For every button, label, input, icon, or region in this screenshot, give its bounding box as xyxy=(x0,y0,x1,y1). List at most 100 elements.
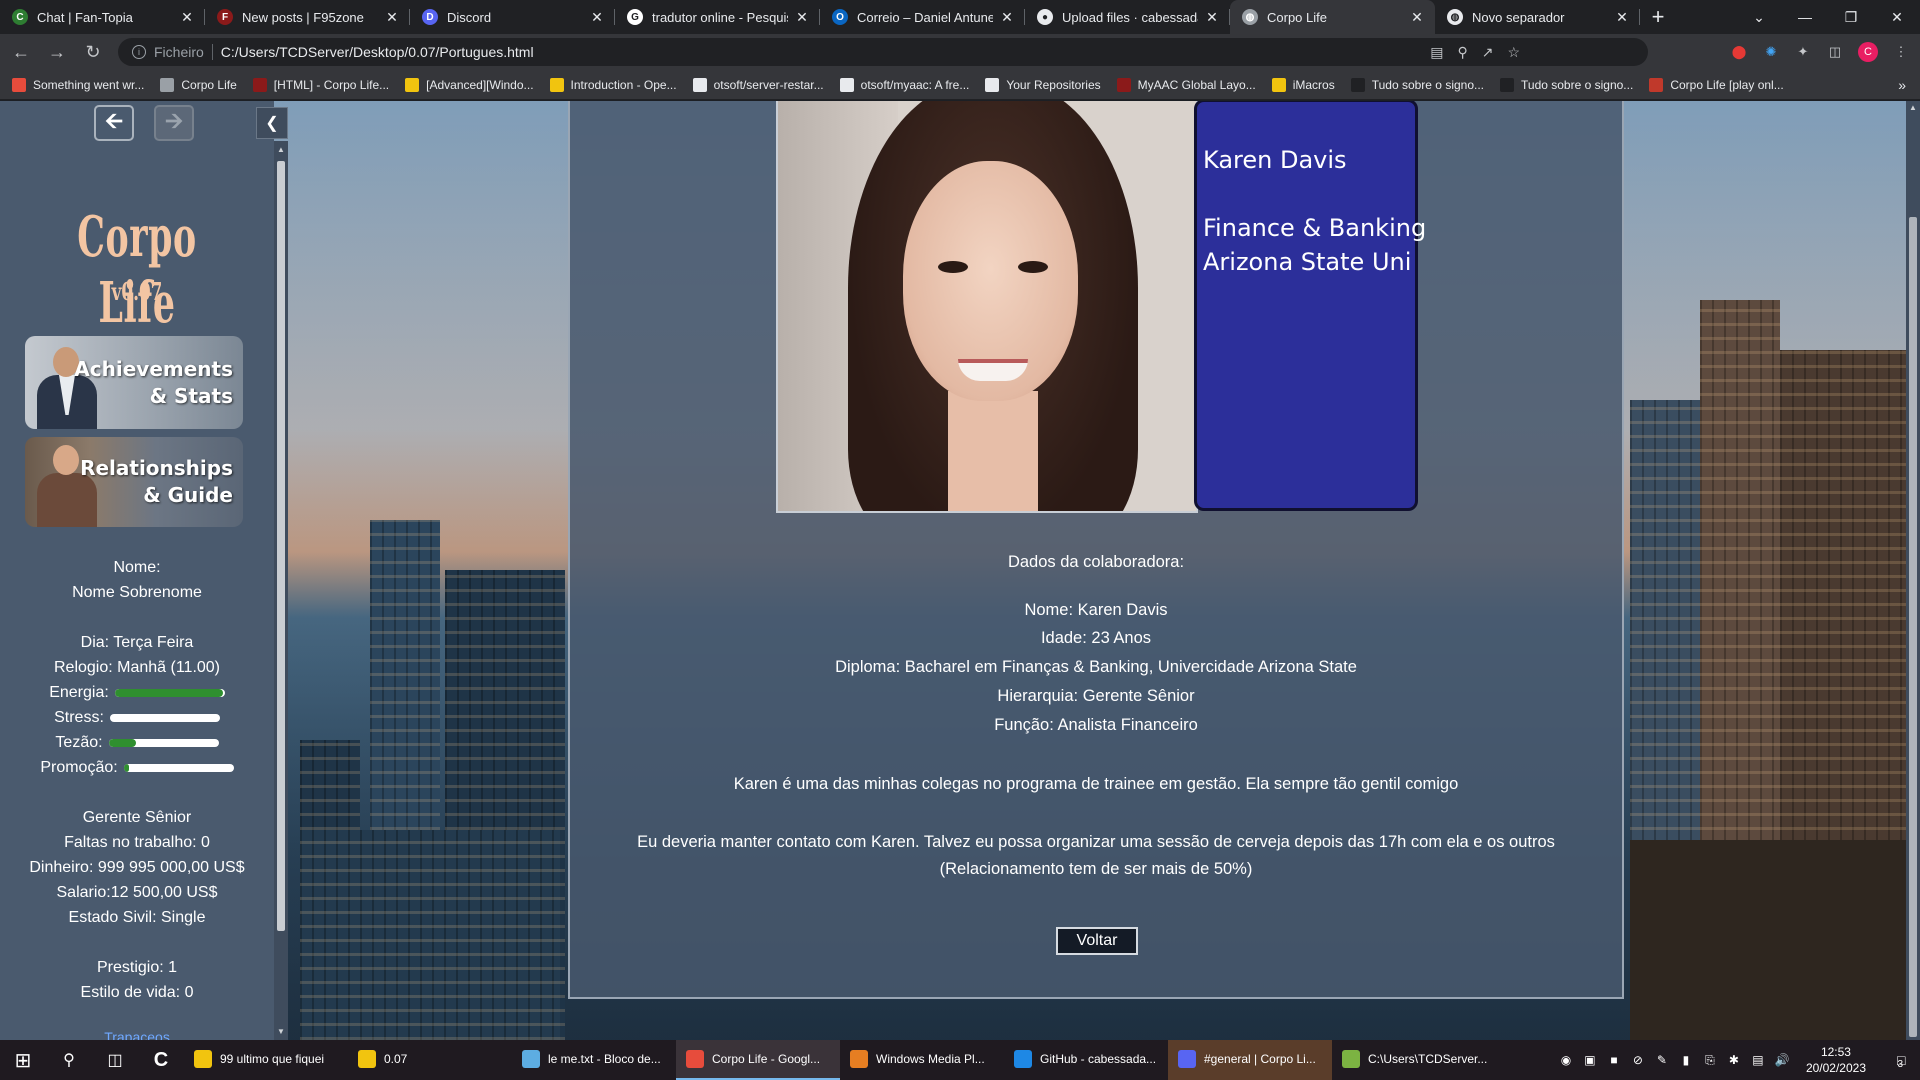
taskbar-app[interactable]: #general | Corpo Li... xyxy=(1168,1040,1332,1080)
restore-icon[interactable]: ❐ xyxy=(1828,0,1874,34)
battery-icon[interactable]: ▮ xyxy=(1676,1050,1696,1070)
new-tab-icon[interactable]: + xyxy=(1640,0,1676,34)
ccleaner-icon[interactable]: C xyxy=(138,1040,184,1080)
history-back-button[interactable]: 🡨 xyxy=(94,105,134,141)
taskbar-app[interactable]: le me.txt - Bloco de... xyxy=(512,1040,676,1080)
volume-icon[interactable]: 🔊 xyxy=(1772,1050,1792,1070)
back-button[interactable]: Voltar xyxy=(1056,927,1138,955)
browser-tab[interactable]: ◍ Corpo Life ✕ xyxy=(1230,0,1435,34)
page-scrollbar[interactable]: ▲ xyxy=(1906,101,1920,1040)
app-tray-icon[interactable]: ▣ xyxy=(1580,1050,1600,1070)
sidebar-scrollbar[interactable]: ▲ ▼ xyxy=(274,141,288,1040)
close-tab-icon[interactable]: ✕ xyxy=(794,9,810,26)
notification-center-icon[interactable]: □ 3 xyxy=(1880,1040,1920,1080)
sidebar-scroll-thumb[interactable] xyxy=(277,161,285,931)
bookmark-item[interactable]: Tudo sobre o signo... xyxy=(1500,77,1633,92)
network-off-icon[interactable]: ⊘ xyxy=(1628,1050,1648,1070)
side-panel-icon[interactable]: ◫ xyxy=(1826,43,1844,61)
minimize-icon[interactable]: — xyxy=(1782,0,1828,34)
puzzle-icon[interactable]: ✦ xyxy=(1794,43,1812,61)
more-bookmarks-icon[interactable]: » xyxy=(1898,77,1906,93)
close-tab-icon[interactable]: ✕ xyxy=(384,9,400,26)
system-clock[interactable]: 12:53 20/02/2023 xyxy=(1806,1044,1866,1076)
relationships-guide-button[interactable]: Relationships & Guide xyxy=(25,437,243,527)
bookmark-item[interactable]: [HTML] - Corpo Life... xyxy=(252,77,390,92)
bluetooth-icon[interactable]: ✱ xyxy=(1724,1050,1744,1070)
browser-tab[interactable]: ◍ Novo separador ✕ xyxy=(1435,0,1640,34)
close-tab-icon[interactable]: ✕ xyxy=(1614,9,1630,26)
taskbar-app[interactable]: Windows Media Pl... xyxy=(840,1040,1004,1080)
zoom-icon[interactable]: ⚲ xyxy=(1457,44,1467,61)
share-icon[interactable]: ↗ xyxy=(1482,44,1494,61)
browser-tab[interactable]: ● Upload files · cabessada/C ✕ xyxy=(1025,0,1230,34)
browser-tab[interactable]: F New posts | F95zone ✕ xyxy=(205,0,410,34)
bookmark-item[interactable]: iMacros xyxy=(1271,77,1335,92)
tab-title: New posts | F95zone xyxy=(242,9,364,25)
close-tab-icon[interactable]: ✕ xyxy=(1409,9,1425,26)
profile-hierarchy: Hierarquia: Gerente Sênior xyxy=(997,687,1195,705)
usb-icon[interactable]: ⎘ xyxy=(1700,1050,1720,1070)
pen-icon[interactable]: ✎ xyxy=(1652,1050,1672,1070)
network-icon[interactable]: ▤ xyxy=(1748,1050,1768,1070)
tab-search-icon[interactable]: ⌄ xyxy=(1736,0,1782,34)
task-view-icon[interactable]: ◫ xyxy=(92,1040,138,1080)
bookmark-item[interactable]: Corpo Life xyxy=(160,77,237,92)
bookmark-item[interactable]: [Advanced][Windo... xyxy=(405,77,534,92)
browser-tab[interactable]: C Chat | Fan-Topia ✕ xyxy=(0,0,205,34)
close-window-icon[interactable]: ✕ xyxy=(1874,0,1920,34)
scroll-up-icon[interactable]: ▲ xyxy=(1909,103,1917,112)
menu-dots-icon[interactable]: ⋮ xyxy=(1892,43,1910,61)
bookmark-item[interactable]: Corpo Life [play onl... xyxy=(1649,77,1784,92)
discord-tray-icon[interactable]: ◉ xyxy=(1556,1050,1576,1070)
system-tray: ◉ ▣ ■ ⊘ ✎ ▮ ⎘ ✱ ▤ 🔊 12:53 20/02/2023 □ 3 xyxy=(1556,1040,1920,1080)
back-arrow-icon[interactable]: ← xyxy=(6,37,36,67)
scroll-down-icon[interactable]: ▼ xyxy=(277,1027,285,1036)
bookmark-favicon-icon xyxy=(1649,77,1664,92)
browser-tab[interactable]: O Correio – Daniel Antunes - ✕ xyxy=(820,0,1025,34)
taskbar-app[interactable]: C:\Users\TCDServer... xyxy=(1332,1040,1496,1080)
browser-tab[interactable]: Gtradutor online - Pesquisa ✕ xyxy=(615,0,820,34)
tab-title: Upload files · cabessada/C xyxy=(1062,9,1198,25)
bookmark-item[interactable]: otsoft/myaac: A fre... xyxy=(839,77,969,92)
reload-icon[interactable]: ↻ xyxy=(78,37,108,67)
history-forward-button[interactable]: 🡪 xyxy=(154,105,194,141)
address-url[interactable]: C:/Users/TCDServer/Desktop/0.07/Portugue… xyxy=(221,44,534,60)
bookmark-label: [HTML] - Corpo Life... xyxy=(273,77,390,92)
close-tab-icon[interactable]: ✕ xyxy=(999,9,1015,26)
extension-blue-icon[interactable]: ✺ xyxy=(1762,43,1780,61)
taskbar-app[interactable]: 99 ultimo que fiquei xyxy=(184,1040,348,1080)
browser-tab[interactable]: D Discord ✕ xyxy=(410,0,615,34)
translate-icon[interactable]: ▤ xyxy=(1430,44,1443,61)
bookmark-item[interactable]: Introduction - Ope... xyxy=(549,77,677,92)
bookmark-item[interactable]: otsoft/server-restar... xyxy=(692,77,824,92)
bookmark-item[interactable]: Something went wr... xyxy=(12,77,144,92)
info-icon[interactable]: i xyxy=(132,45,146,59)
taskbar-app[interactable]: 0.07 xyxy=(348,1040,512,1080)
taskbar-app[interactable]: Corpo Life - Googl... xyxy=(676,1040,840,1080)
profile-avatar[interactable]: C xyxy=(1858,42,1878,62)
cheats-link[interactable]: Trapaceos xyxy=(0,1025,274,1040)
shield-tray-icon[interactable]: ■ xyxy=(1604,1050,1624,1070)
current-time: Relogio: Manhã (11.00) xyxy=(53,659,221,676)
tab-favicon-icon: C xyxy=(12,9,28,25)
star-icon[interactable]: ☆ xyxy=(1507,44,1520,61)
bookmark-label: Introduction - Ope... xyxy=(570,77,677,92)
scroll-up-icon[interactable]: ▲ xyxy=(277,145,285,154)
page-scroll-thumb[interactable] xyxy=(1909,217,1917,1037)
bookmark-item[interactable]: Your Repositories xyxy=(985,77,1101,92)
taskbar-app[interactable]: GitHub - cabessada... xyxy=(1004,1040,1168,1080)
forward-arrow-icon[interactable]: → xyxy=(42,37,72,67)
close-tab-icon[interactable]: ✕ xyxy=(1204,9,1220,26)
address-bar[interactable]: i Ficheiro C:/Users/TCDServer/Desktop/0.… xyxy=(118,38,1648,66)
close-tab-icon[interactable]: ✕ xyxy=(179,9,195,26)
achievements-stats-button[interactable]: Achievements & Stats xyxy=(25,336,243,429)
extension-red-icon[interactable]: ⬤ xyxy=(1730,43,1748,61)
civil-status: Estado Sivil: Single xyxy=(68,909,206,926)
address-scheme: Ficheiro xyxy=(154,44,213,60)
bookmark-item[interactable]: MyAAC Global Layo... xyxy=(1116,77,1256,92)
collapse-sidebar-icon[interactable]: ❮ xyxy=(256,107,288,139)
close-tab-icon[interactable]: ✕ xyxy=(589,9,605,26)
search-icon[interactable]: ⚲ xyxy=(46,1040,92,1080)
bookmark-item[interactable]: Tudo sobre o signo... xyxy=(1350,77,1484,92)
windows-start-icon[interactable]: ⊞ xyxy=(0,1040,46,1080)
